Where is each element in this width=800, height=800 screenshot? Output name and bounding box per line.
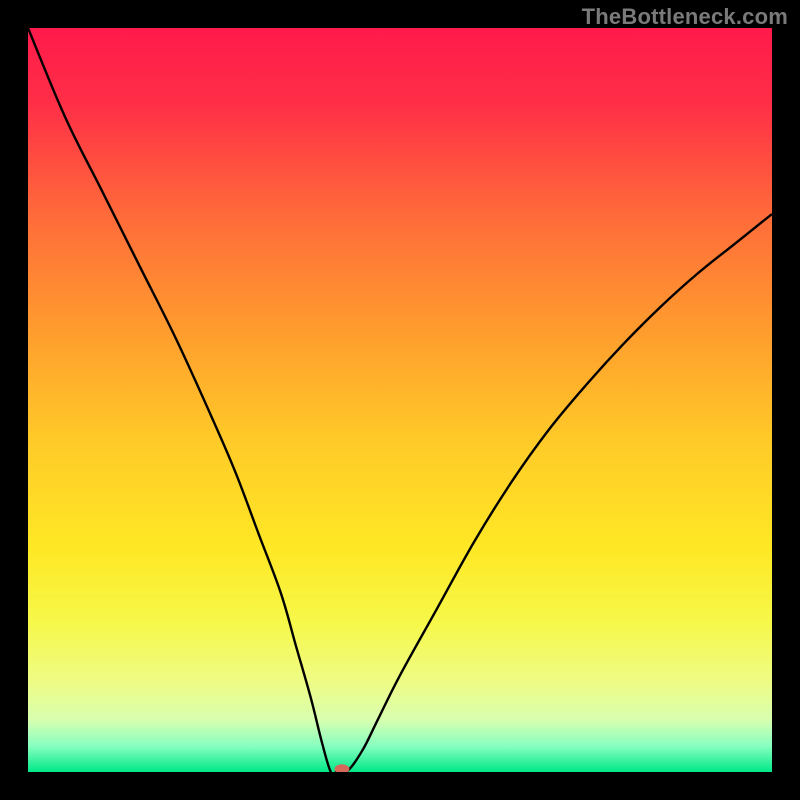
chart-frame: TheBottleneck.com [0, 0, 800, 800]
plot-area [28, 28, 772, 772]
bottleneck-chart [28, 28, 772, 772]
gradient-background [28, 28, 772, 772]
watermark-label: TheBottleneck.com [582, 4, 788, 30]
